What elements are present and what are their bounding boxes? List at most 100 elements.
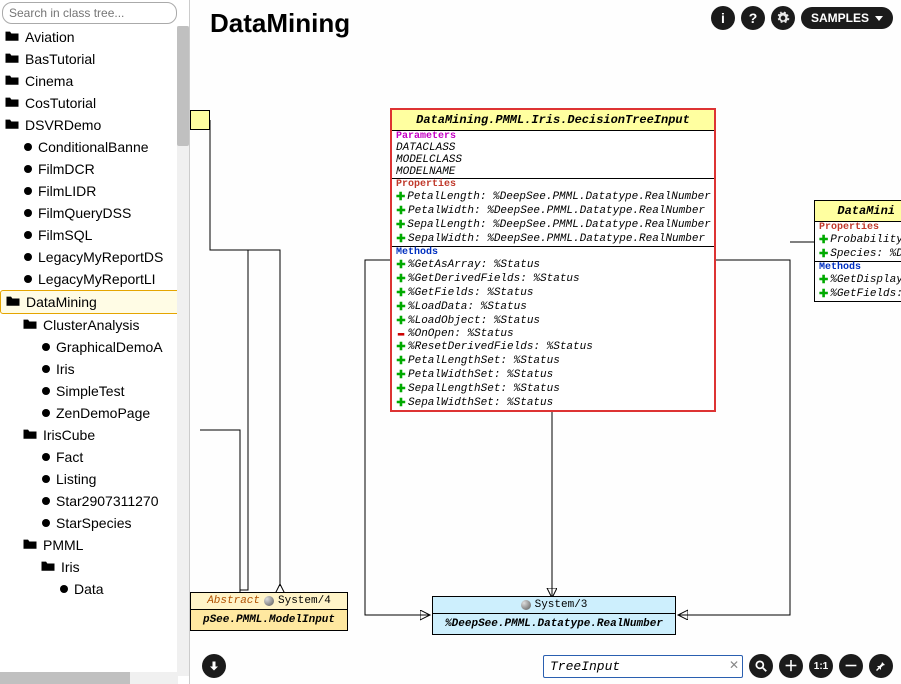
class-dot-icon xyxy=(42,343,50,351)
tree-item[interactable]: FilmDCR xyxy=(0,158,189,180)
tree-item[interactable]: StarSpecies xyxy=(0,512,189,534)
method-row: ✚%GetAsArray: %Status xyxy=(392,258,714,272)
samples-dropdown[interactable]: SAMPLES xyxy=(801,7,893,29)
tree-item-label: ConditionalBanne xyxy=(38,139,149,155)
method-row: ✚SepalLengthSet: %Status xyxy=(392,382,714,396)
realnumber-node[interactable]: System/3 %DeepSee.PMML.Datatype.RealNumb… xyxy=(432,596,676,635)
diagram-canvas[interactable]: DataMining i ? SAMPLES DataMining xyxy=(190,0,901,684)
class-dot-icon xyxy=(42,365,50,373)
property-row: ✚PetalLength: %DeepSee.PMML.Datatype.Rea… xyxy=(392,190,714,204)
method-row: ✚%GetFields: %Status xyxy=(392,286,714,300)
tree-item[interactable]: ZenDemoPage xyxy=(0,402,189,424)
info-icon[interactable]: i xyxy=(711,6,735,30)
partial-node-left[interactable] xyxy=(190,110,210,130)
tree-item-label: LegacyMyReportLI xyxy=(38,271,156,287)
tree-item[interactable]: FilmQueryDSS xyxy=(0,202,189,224)
property-row: ✚PetalWidth: %DeepSee.PMML.Datatype.Real… xyxy=(392,204,714,218)
folder-icon xyxy=(4,51,20,67)
node-title: DataMining.PMML.Iris.DecisionTreeInput xyxy=(392,110,714,131)
class-dot-icon xyxy=(42,519,50,527)
folder-icon xyxy=(4,73,20,89)
tree-item[interactable]: CosTutorial xyxy=(0,92,189,114)
tree-item[interactable]: ClusterAnalysis xyxy=(0,314,189,336)
property-row: ✚SepalLength: %DeepSee.PMML.Datatype.Rea… xyxy=(392,218,714,232)
tree-item[interactable]: Iris xyxy=(0,556,189,578)
tree-item-label: IrisCube xyxy=(43,427,95,443)
class-dot-icon xyxy=(24,231,32,239)
section-label: Parameters xyxy=(392,131,714,142)
tree-item[interactable]: ConditionalBanne xyxy=(0,136,189,158)
folder-icon xyxy=(22,427,38,443)
tree-item-label: FilmSQL xyxy=(38,227,92,243)
tree-item[interactable]: IrisCube xyxy=(0,424,189,446)
pin-icon[interactable] xyxy=(869,654,893,678)
tree-search-input[interactable] xyxy=(2,2,177,24)
tree-scrollbar[interactable] xyxy=(177,26,189,676)
zoom-out-icon[interactable]: － xyxy=(839,654,863,678)
tree-item-label: CosTutorial xyxy=(25,95,96,111)
tree-item-label: Data xyxy=(74,581,104,597)
class-dot-icon xyxy=(24,187,32,195)
scroll-down-icon[interactable] xyxy=(202,654,226,678)
tree-item[interactable]: BasTutorial xyxy=(0,48,189,70)
right-partial-node[interactable]: DataMini Properties ✚Probability ✚Specie… xyxy=(814,200,901,302)
tree-item-label: DSVRDemo xyxy=(25,117,101,133)
param-row: MODELNAME xyxy=(392,166,714,178)
class-dot-icon xyxy=(24,253,32,261)
tree-item[interactable]: SimpleTest xyxy=(0,380,189,402)
tree-item[interactable]: Star2907311270 xyxy=(0,490,189,512)
model-input-node[interactable]: Abstract System/4 pSee.PMML.ModelInput xyxy=(190,592,348,631)
zoom-in-icon[interactable]: ＋ xyxy=(779,654,803,678)
tree-item[interactable]: Cinema xyxy=(0,70,189,92)
tree-item-label: DataMining xyxy=(26,294,97,310)
help-icon[interactable]: ? xyxy=(741,6,765,30)
class-dot-icon xyxy=(42,409,50,417)
folder-icon xyxy=(5,294,21,310)
gear-icon[interactable] xyxy=(771,6,795,30)
class-dot-icon xyxy=(24,275,32,283)
tree-item[interactable]: Aviation xyxy=(0,26,189,48)
tree-item-label: FilmDCR xyxy=(38,161,95,177)
tree-item[interactable]: Data xyxy=(0,578,189,600)
method-row: ▬%OnOpen: %Status xyxy=(392,328,714,340)
tree-item[interactable]: LegacyMyReportLI xyxy=(0,268,189,290)
class-dot-icon xyxy=(42,387,50,395)
tree-item[interactable]: FilmLIDR xyxy=(0,180,189,202)
method-row: ✚PetalWidthSet: %Status xyxy=(392,368,714,382)
tree-item[interactable]: Listing xyxy=(0,468,189,490)
tree-item-label: Star2907311270 xyxy=(56,493,159,509)
tree-item[interactable]: LegacyMyReportDS xyxy=(0,246,189,268)
tree-item[interactable]: GraphicalDemoA xyxy=(0,336,189,358)
tree-item[interactable]: Iris xyxy=(0,358,189,380)
tree-h-scrollbar[interactable] xyxy=(0,672,178,684)
page-title: DataMining xyxy=(210,8,350,39)
section-label: Properties xyxy=(392,179,714,190)
tree-item[interactable]: DataMining xyxy=(0,290,189,314)
tree-item-label: ClusterAnalysis xyxy=(43,317,139,333)
method-row: ✚SepalWidthSet: %Status xyxy=(392,396,714,410)
search-icon[interactable] xyxy=(749,654,773,678)
class-dot-icon xyxy=(42,453,50,461)
tree-item-label: Iris xyxy=(56,361,75,377)
method-row: ✚%GetDerivedFields: %Status xyxy=(392,272,714,286)
folder-icon xyxy=(22,537,38,553)
tree-item-label: FilmLIDR xyxy=(38,183,96,199)
folder-icon xyxy=(22,317,38,333)
tree-item-label: SimpleTest xyxy=(56,383,124,399)
tree-item-label: FilmQueryDSS xyxy=(38,205,131,221)
diagram-search-input[interactable] xyxy=(543,655,743,678)
bottom-toolbar: ✕ ＋ 1:1 － xyxy=(543,654,893,678)
tree-item[interactable]: FilmSQL xyxy=(0,224,189,246)
tree-item[interactable]: Fact xyxy=(0,446,189,468)
class-tree[interactable]: AviationBasTutorialCinema CosTutorial DSVR… xyxy=(0,26,189,676)
decision-tree-input-node[interactable]: DataMining.PMML.Iris.DecisionTreeInput P… xyxy=(390,108,716,412)
param-row: DATACLASS xyxy=(392,142,714,154)
class-dot-icon xyxy=(24,165,32,173)
tree-item[interactable]: DSVRDemo xyxy=(0,114,189,136)
clear-search-icon[interactable]: ✕ xyxy=(729,658,739,672)
folder-icon xyxy=(4,29,20,45)
tree-item[interactable]: PMML xyxy=(0,534,189,556)
class-dot-icon xyxy=(42,475,50,483)
zoom-reset-icon[interactable]: 1:1 xyxy=(809,654,833,678)
method-row: ✚%LoadData: %Status xyxy=(392,300,714,314)
